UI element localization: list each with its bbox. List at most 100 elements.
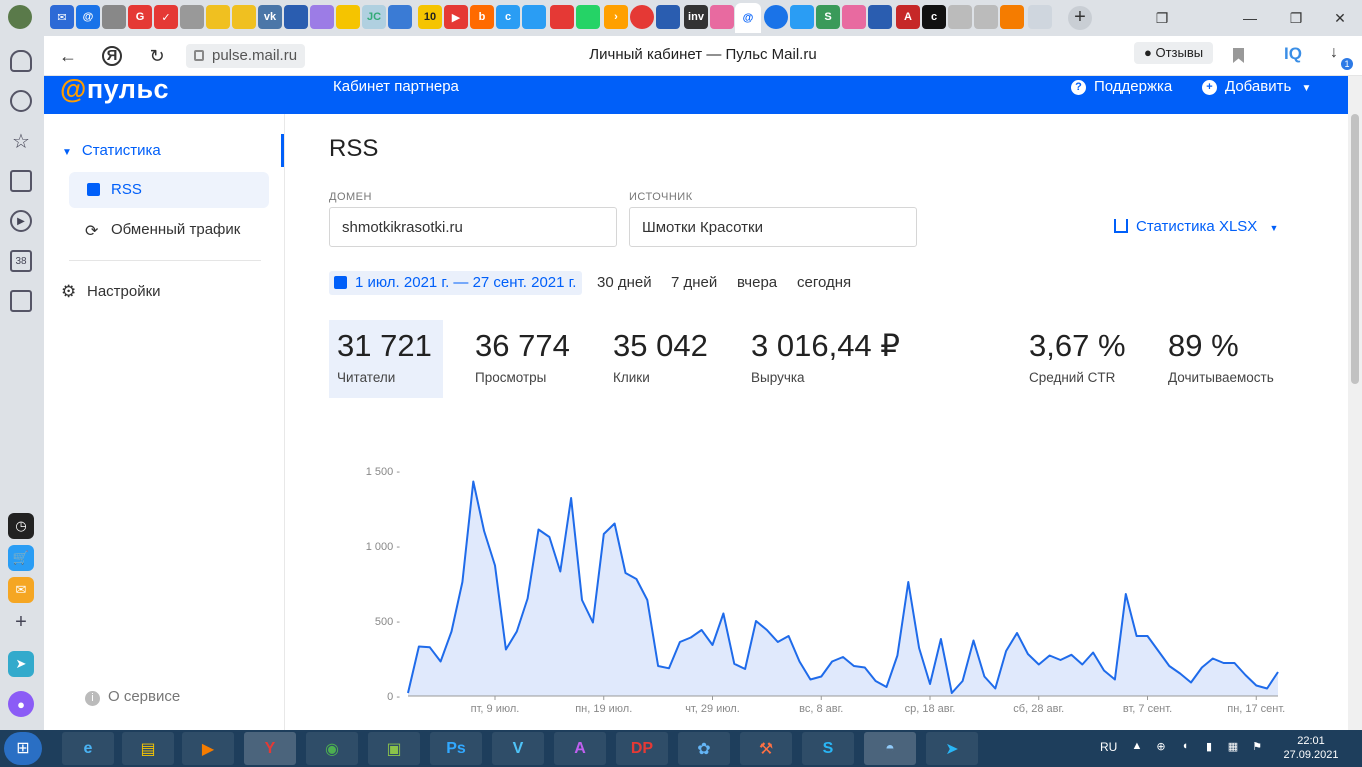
tab-inv-icon[interactable]: inv: [684, 5, 708, 29]
tab-s-icon[interactable]: S: [816, 5, 840, 29]
network-app-icon[interactable]: ✿: [678, 732, 730, 765]
mail-app-icon[interactable]: ✉: [8, 577, 34, 603]
tab-youtube-icon[interactable]: ▶: [444, 5, 468, 29]
tab-jc-icon[interactable]: JC: [362, 5, 386, 29]
tab-mail-icon[interactable]: ✉: [50, 5, 74, 29]
tab-dark-icon[interactable]: c: [922, 5, 946, 29]
system-clock[interactable]: 22:01 27.09.2021: [1283, 734, 1339, 762]
tab-app-icon[interactable]: [102, 5, 126, 29]
tab-disk-icon[interactable]: [284, 5, 308, 29]
readers-area-chart[interactable]: 0 - 500 - 1 000 - 1 500 - пт, 9 июл. пн, 19 …: [330, 448, 1330, 720]
period-yesterday[interactable]: вчера: [737, 274, 777, 291]
yandex-browser-icon[interactable]: Y: [244, 732, 296, 765]
ie-icon[interactable]: e: [62, 732, 114, 765]
metric-ctr[interactable]: 3,67 % Средний CTR: [1021, 320, 1135, 398]
tab-doc-icon[interactable]: [790, 5, 814, 29]
tab-layers-icon[interactable]: [388, 5, 412, 29]
nav-rss[interactable]: RSS: [69, 172, 269, 208]
send-app-icon[interactable]: ➤: [8, 651, 34, 677]
timer-app-icon[interactable]: ◷: [8, 513, 34, 539]
tab-red-g-icon[interactable]: G: [128, 5, 152, 29]
tab-building-icon[interactable]: [180, 5, 204, 29]
period-30-days[interactable]: 30 дней: [597, 274, 652, 291]
iq-icon[interactable]: IQ: [1284, 44, 1302, 64]
date-range-picker[interactable]: 1 июл. 2021 г. — 27 сент. 2021 г.: [329, 271, 583, 295]
tab-c-icon[interactable]: c: [496, 5, 520, 29]
tab-b-icon[interactable]: b: [470, 5, 494, 29]
reviews-button[interactable]: ● Отзывы: [1134, 42, 1214, 64]
tray-arrow-icon[interactable]: ▲: [1130, 740, 1144, 754]
alice-app-icon[interactable]: ●: [8, 691, 34, 717]
explorer-icon[interactable]: ▤: [122, 732, 174, 765]
telegram-icon[interactable]: ➤: [926, 732, 978, 765]
minimize-button[interactable]: —: [1236, 6, 1264, 30]
nav-about[interactable]: iО сервисе: [85, 688, 180, 706]
tab-file2-icon[interactable]: [974, 5, 998, 29]
bookmark-icon[interactable]: [1233, 48, 1244, 63]
period-today[interactable]: сегодня: [797, 274, 851, 291]
history-icon[interactable]: [10, 90, 32, 112]
metric-clicks[interactable]: 35 042 Клики: [605, 320, 719, 398]
tab-heart-icon[interactable]: [206, 5, 230, 29]
market-app-icon[interactable]: 🛒: [8, 545, 34, 571]
scroll-thumb[interactable]: [1351, 114, 1359, 384]
tab-chart-icon[interactable]: [550, 5, 574, 29]
close-window-button[interactable]: ✕: [1326, 6, 1354, 30]
tab-flower-icon[interactable]: [710, 5, 734, 29]
back-arrow-icon[interactable]: ←: [56, 44, 80, 68]
tab-red-circle-icon[interactable]: [630, 5, 654, 29]
add-app-icon[interactable]: +: [8, 609, 34, 635]
partner-cabinet-link[interactable]: Кабинет партнера: [333, 78, 459, 95]
new-tab-button[interactable]: +: [1068, 6, 1092, 30]
tool-app-icon[interactable]: ⚒: [740, 732, 792, 765]
collections-icon[interactable]: [10, 170, 32, 192]
tab-file-icon[interactable]: [948, 5, 972, 29]
tab-pink-icon[interactable]: [842, 5, 866, 29]
pulse-logo[interactable]: @пульс: [60, 74, 169, 105]
flag-icon[interactable]: ⚑: [1250, 740, 1264, 754]
nav-settings[interactable]: ⚙ Настройки: [61, 282, 161, 301]
support-link[interactable]: ? Поддержка: [1071, 78, 1172, 95]
tab-orange-icon[interactable]: [1000, 5, 1024, 29]
nav-statistics[interactable]: ▼ Статистика: [62, 142, 161, 159]
signal-icon[interactable]: ▮: [1202, 740, 1216, 754]
add-button[interactable]: + Добавить ▼: [1202, 78, 1311, 95]
tab-yellow-icon[interactable]: [336, 5, 360, 29]
tab-manager-icon[interactable]: ❐: [1148, 6, 1176, 30]
terminal-icon[interactable]: ▣: [368, 732, 420, 765]
domain-select[interactable]: shmotkikrasotki.ru: [329, 207, 617, 247]
tab-saucer-icon[interactable]: [868, 5, 892, 29]
export-xlsx-button[interactable]: Статистика XLSX ▼: [1114, 218, 1278, 235]
tab-check-icon[interactable]: ✓: [154, 5, 178, 29]
saucer-app-icon[interactable]: ◓: [864, 732, 916, 765]
tab-ring-icon[interactable]: [764, 5, 788, 29]
metric-views[interactable]: 36 774 Просмотры: [467, 320, 581, 398]
video-icon[interactable]: ▶: [10, 210, 32, 232]
tab-mailru-icon[interactable]: @: [76, 5, 100, 29]
tab-pulse-active-icon[interactable]: @: [735, 3, 761, 33]
photoshop-icon[interactable]: Ps: [430, 732, 482, 765]
tab-purple-icon[interactable]: [310, 5, 334, 29]
screenshot-icon[interactable]: [10, 290, 32, 312]
volume-icon[interactable]: ◖: [1178, 740, 1192, 754]
download-icon[interactable]: ↓: [1330, 44, 1338, 62]
keyboard-language[interactable]: RU: [1100, 740, 1117, 754]
chrome-icon[interactable]: ◉: [306, 732, 358, 765]
font-app-icon[interactable]: A: [554, 732, 606, 765]
url-field[interactable]: pulse.mail.ru: [186, 44, 306, 68]
tab-blank-icon[interactable]: [1028, 5, 1052, 29]
metric-read-rate[interactable]: 89 % Дочитываемость: [1160, 320, 1290, 398]
media-player-icon[interactable]: ▶: [182, 732, 234, 765]
yandex-y-icon[interactable]: Я: [102, 46, 122, 66]
network-icon[interactable]: ▦: [1226, 740, 1240, 754]
tab-a-icon[interactable]: A: [896, 5, 920, 29]
start-button[interactable]: ⊞: [4, 732, 42, 765]
period-7-days[interactable]: 7 дней: [671, 274, 717, 291]
calendar-badge-icon[interactable]: 38: [10, 250, 32, 272]
metric-revenue[interactable]: 3 016,44 ₽ Выручка: [743, 320, 923, 398]
nav-exchange-traffic[interactable]: ⟳ Обменный трафик: [85, 221, 240, 240]
source-select[interactable]: Шмотки Красотки: [629, 207, 917, 247]
reload-icon[interactable]: ↻: [145, 44, 169, 68]
tab-monitor-icon[interactable]: [656, 5, 680, 29]
skype-icon[interactable]: S: [802, 732, 854, 765]
